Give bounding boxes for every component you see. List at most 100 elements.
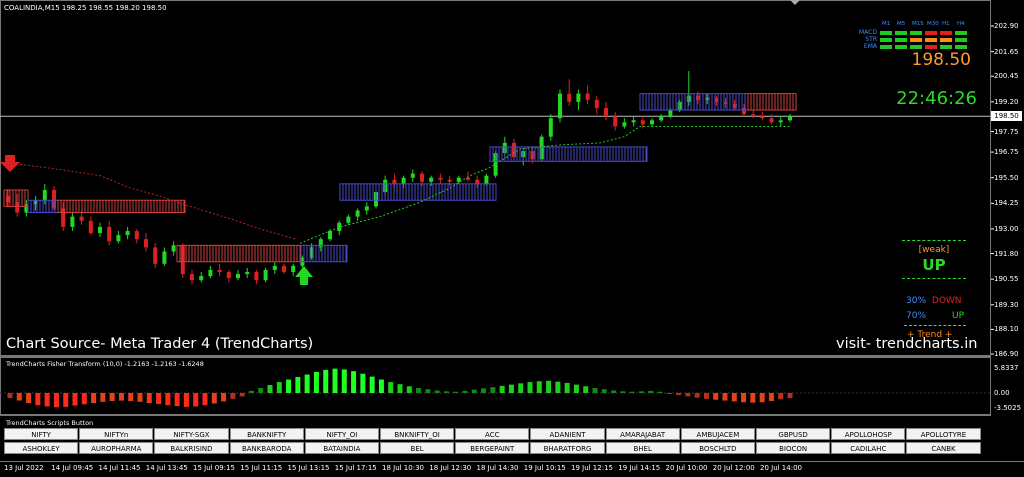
candle-body [650, 120, 654, 125]
signal-cell [880, 45, 892, 49]
price-chart-canvas[interactable] [0, 0, 1024, 357]
candle-body [162, 251, 167, 264]
script-button-bnknifty-oi[interactable]: BNKNIFTY_OI [380, 428, 455, 440]
signal-cell [880, 38, 892, 42]
fisher-bar [16, 393, 22, 401]
candle-body [226, 272, 231, 279]
script-button-nifty[interactable]: NIFTY [4, 428, 79, 440]
script-button-bel[interactable]: BEL [380, 442, 455, 454]
time-tick-label: 19 Jul 14:15 [618, 464, 661, 472]
supply-zone [57, 199, 186, 214]
divider [902, 278, 966, 283]
demand-zone [339, 183, 497, 201]
fisher-bar [759, 393, 765, 403]
time-tick-label: 18 Jul 10:30 [382, 464, 424, 472]
candle-body [631, 120, 636, 123]
fisher-bar [443, 391, 449, 393]
script-button-bergepaint[interactable]: BERGEPAINT [455, 442, 530, 454]
script-button-apollohosp[interactable]: APOLLOHOSP [831, 428, 906, 440]
candle-body [466, 177, 470, 180]
script-button-niftyn[interactable]: NIFTYn [79, 428, 154, 440]
fisher-bar [676, 393, 682, 396]
script-button-nifty-sgx[interactable]: NIFTY-SGX [154, 428, 229, 440]
script-button-auropharma[interactable]: AUROPHARMA [79, 442, 154, 454]
fisher-bar [248, 390, 254, 393]
fisher-bar [406, 386, 412, 393]
fisher-bar [750, 393, 756, 403]
script-button-bankbaroda[interactable]: BANKBARODA [229, 442, 304, 454]
script-button-balkrisind[interactable]: BALKRISIND [154, 442, 229, 454]
script-button-bhel[interactable]: BHEL [605, 442, 680, 454]
candle-body [153, 247, 158, 264]
time-tick-label: 15 Jul 11:15 [240, 464, 283, 472]
fisher-bar [648, 390, 654, 393]
script-button-cadilahc[interactable]: CADILAHC [831, 442, 906, 454]
fisher-bar [26, 393, 32, 404]
time-axis[interactable]: 13 Jul 2022 14 Jul 09:45 14 Jul 11:45 14 Ju… [0, 462, 1024, 477]
script-button-apollotyre[interactable]: APOLLOTYRE [906, 428, 981, 440]
signal-cell [955, 38, 967, 42]
candle-body [420, 173, 424, 182]
fisher-bar [323, 369, 329, 393]
script-button-amarajabat[interactable]: AMARAJABAT [605, 428, 680, 440]
fisher-bar [72, 393, 78, 406]
candle-body [42, 190, 47, 201]
signal-cell [910, 38, 922, 42]
timeframe-label: M5 [897, 21, 906, 27]
script-button-ashokley[interactable]: ASHOKLEY [4, 442, 79, 454]
fisher-bar [536, 381, 542, 393]
script-button-biocon[interactable]: BIOCON [756, 442, 831, 454]
candle-body [475, 179, 480, 184]
candle-body [61, 208, 66, 227]
fisher-bar [638, 391, 644, 393]
fisher-bar [183, 393, 189, 407]
fisher-bar [425, 389, 431, 393]
fisher-bar [193, 393, 199, 407]
price-tick-label: 189.30 [994, 300, 1019, 309]
indicator-label: EMA [863, 43, 877, 50]
main-chart-window[interactable] [0, 0, 1024, 357]
candle-body [346, 216, 351, 223]
script-button-boschltd[interactable]: BOSCHLTD [680, 442, 755, 454]
timeframe-label: M1 [882, 21, 891, 27]
fisher-bar [434, 390, 440, 393]
signal-cell [895, 38, 907, 42]
candle-body [410, 173, 415, 178]
fisher-axis-label: -3.5025 [994, 403, 1022, 412]
up-pct: 70% [906, 311, 927, 321]
chart-shift-icon [790, 0, 800, 5]
fisher-bar [258, 387, 264, 393]
script-button-acc[interactable]: ACC [455, 428, 530, 440]
candle-body [760, 116, 765, 119]
candle-body [567, 93, 572, 102]
time-tick-label: 14 Jul 13:45 [145, 464, 188, 472]
fisher-bar [137, 393, 143, 402]
fisher-bar [53, 393, 59, 408]
price-tick-label: 202.90 [994, 22, 1019, 30]
candle-body [788, 116, 792, 121]
fisher-bar [109, 393, 115, 401]
script-button-nifty-oi[interactable]: NIFTY_OI [304, 428, 379, 440]
candle-body [272, 265, 277, 270]
script-button-bataindia[interactable]: BATAINDIA [304, 442, 379, 454]
fisher-bar [564, 382, 570, 393]
up-probability: 70% UP [906, 311, 966, 321]
script-button-bharatforg[interactable]: BHARATFORG [530, 442, 605, 454]
candle-body [548, 118, 553, 137]
candle-body [769, 118, 774, 123]
demand-zone [300, 244, 348, 263]
candle-body [337, 222, 342, 231]
script-button-canbk[interactable]: CANBK [906, 442, 981, 454]
price-tick-label: 190.55 [994, 275, 1019, 284]
candle-body [282, 265, 286, 272]
timeframe-label: H4 [957, 21, 965, 27]
down-label: DOWN [931, 296, 962, 306]
script-button-adanient[interactable]: ADANIENT [530, 428, 605, 440]
visit-watermark: visit- trendcharts.in [836, 336, 978, 352]
fisher-bar [211, 393, 217, 404]
script-button-banknifty[interactable]: BANKNIFTY [229, 428, 304, 440]
candle-body [659, 116, 664, 121]
script-button-gbpusd[interactable]: GBPUSD [756, 428, 831, 440]
script-button-ambujacem[interactable]: AMBUJACEM [680, 428, 755, 440]
candle-body [263, 269, 268, 281]
